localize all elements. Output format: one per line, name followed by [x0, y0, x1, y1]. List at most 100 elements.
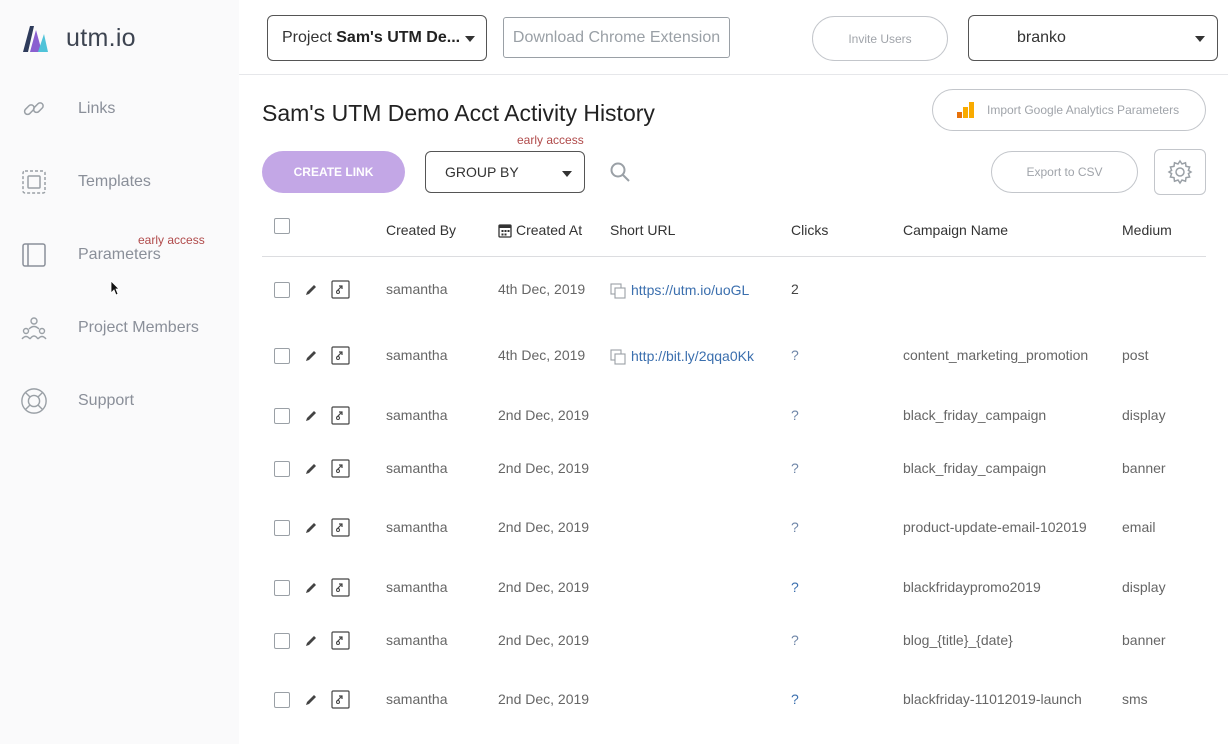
- page-title: Sam's UTM Demo Acct Activity History: [262, 100, 655, 126]
- import-ga-button[interactable]: Import Google Analytics Parameters: [932, 89, 1206, 131]
- campaign-name-cell: black_friday_campaign: [903, 407, 1047, 423]
- project-prefix: Project: [282, 29, 337, 46]
- row-checkbox[interactable]: [274, 348, 290, 364]
- link-icon: [20, 95, 48, 123]
- clicks-cell: ?: [791, 347, 799, 363]
- template-icon: [20, 168, 48, 196]
- created-at-cell: 2nd Dec, 2019: [498, 460, 590, 476]
- medium-cell: display: [1122, 407, 1166, 423]
- early-access-badge: early access: [138, 233, 205, 247]
- open-link-icon[interactable]: [331, 690, 350, 709]
- select-all-checkbox[interactable]: [274, 218, 290, 234]
- column-header-created-at[interactable]: Created At: [516, 222, 582, 238]
- row-checkbox[interactable]: [274, 461, 290, 477]
- created-at-cell: 2nd Dec, 2019: [498, 691, 590, 707]
- pencil-icon[interactable]: [304, 283, 318, 297]
- mouse-cursor-icon: [110, 280, 120, 296]
- short-url-link[interactable]: http://bit.ly/2qqa0Kk: [631, 348, 754, 364]
- sidebar-item-support[interactable]: Support: [0, 381, 239, 421]
- clicks-cell: ?: [791, 632, 799, 648]
- row-checkbox[interactable]: [274, 692, 290, 708]
- chevron-down-icon: [1195, 36, 1205, 42]
- open-link-icon[interactable]: [331, 631, 350, 650]
- column-header-short-url[interactable]: Short URL: [610, 222, 675, 238]
- pencil-icon[interactable]: [304, 693, 318, 707]
- created-by-cell: samantha: [386, 632, 448, 648]
- column-header-campaign-name[interactable]: Campaign Name: [903, 222, 1008, 238]
- created-by-cell: samantha: [386, 281, 448, 297]
- sidebar-item-label: Support: [78, 392, 135, 409]
- column-header-created-by[interactable]: Created By: [386, 222, 456, 238]
- user-select[interactable]: branko: [968, 15, 1218, 61]
- row-checkbox[interactable]: [274, 282, 290, 298]
- utm-logo-icon: [23, 26, 48, 52]
- created-at-cell: 2nd Dec, 2019: [498, 407, 590, 423]
- open-link-icon[interactable]: [331, 459, 350, 478]
- medium-cell: banner: [1122, 460, 1166, 476]
- settings-button[interactable]: [1154, 149, 1206, 195]
- row-checkbox[interactable]: [274, 633, 290, 649]
- column-header-medium[interactable]: Medium: [1122, 222, 1172, 238]
- row-checkbox[interactable]: [274, 408, 290, 424]
- pencil-icon[interactable]: [304, 521, 318, 535]
- pencil-icon[interactable]: [304, 409, 318, 423]
- sidebar-item-label: Templates: [78, 173, 151, 190]
- members-icon: [20, 314, 48, 342]
- parameters-icon: [20, 241, 48, 269]
- medium-cell: sms: [1122, 691, 1148, 707]
- table-row: samantha 2nd Dec, 2019? blog_{title}_{date…: [262, 621, 1222, 661]
- row-checkbox[interactable]: [274, 520, 290, 536]
- export-csv-button[interactable]: Export to CSV: [991, 151, 1138, 193]
- pencil-icon[interactable]: [304, 634, 318, 648]
- medium-cell: post: [1122, 347, 1149, 363]
- pencil-icon[interactable]: [304, 462, 318, 476]
- project-name: Sam's UTM De...: [336, 29, 461, 46]
- copy-icon[interactable]: [610, 283, 626, 299]
- clicks-cell: 2: [791, 281, 799, 297]
- created-at-cell: 2nd Dec, 2019: [498, 632, 590, 648]
- project-select[interactable]: Project Sam's UTM De...: [267, 15, 487, 61]
- table-row: samantha 2nd Dec, 2019? blackfriday-110120…: [262, 680, 1222, 720]
- table-row: samantha 2nd Dec, 2019? black_friday_campa…: [262, 449, 1222, 489]
- user-name: branko: [1017, 29, 1066, 46]
- chevron-down-icon: [465, 36, 475, 42]
- created-by-cell: samantha: [386, 519, 448, 535]
- open-link-icon[interactable]: [331, 406, 350, 425]
- google-analytics-icon: [957, 102, 974, 118]
- campaign-name-cell: product-update-email-102019: [903, 519, 1087, 535]
- calendar-icon: [498, 224, 512, 238]
- download-extension-button[interactable]: Download Chrome Extension: [503, 17, 730, 58]
- open-link-icon[interactable]: [331, 518, 350, 537]
- created-by-cell: samantha: [386, 407, 448, 423]
- campaign-name-cell: content_marketing_promotion: [903, 347, 1089, 363]
- group-by-label: GROUP BY: [445, 164, 519, 180]
- campaign-name-cell: blackfriday-11012019-launch: [903, 691, 1082, 707]
- clicks-cell: ?: [791, 579, 799, 595]
- open-link-icon[interactable]: [331, 280, 350, 299]
- copy-icon[interactable]: [610, 349, 626, 365]
- column-header-clicks[interactable]: Clicks: [791, 222, 828, 238]
- sidebar-item-links[interactable]: Links: [0, 89, 239, 129]
- campaign-name-cell: black_friday_campaign: [903, 460, 1047, 476]
- group-by-select[interactable]: GROUP BY: [425, 151, 585, 193]
- pencil-icon[interactable]: [304, 349, 318, 363]
- open-link-icon[interactable]: [331, 578, 350, 597]
- gear-icon: [1167, 159, 1193, 185]
- create-link-button[interactable]: CREATE LINK: [262, 151, 405, 193]
- created-at-cell: 4th Dec, 2019: [498, 347, 586, 363]
- clicks-cell: ?: [791, 407, 799, 423]
- created-by-cell: samantha: [386, 579, 448, 595]
- app-name: utm.io: [66, 24, 136, 52]
- short-url-link[interactable]: https://utm.io/uoGL: [631, 282, 749, 298]
- pencil-icon[interactable]: [304, 581, 318, 595]
- search-icon[interactable]: [609, 161, 631, 183]
- invite-users-button[interactable]: Invite Users: [812, 16, 948, 61]
- sidebar-item-label: Parameters: [78, 246, 161, 263]
- created-by-cell: samantha: [386, 691, 448, 707]
- row-checkbox[interactable]: [274, 580, 290, 596]
- logo[interactable]: [20, 22, 50, 54]
- sidebar-item-project-members[interactable]: Project Members: [0, 308, 239, 348]
- campaign-name-cell: blackfridaypromo2019: [903, 579, 1041, 595]
- sidebar-item-templates[interactable]: Templates: [0, 162, 239, 202]
- open-link-icon[interactable]: [331, 346, 350, 365]
